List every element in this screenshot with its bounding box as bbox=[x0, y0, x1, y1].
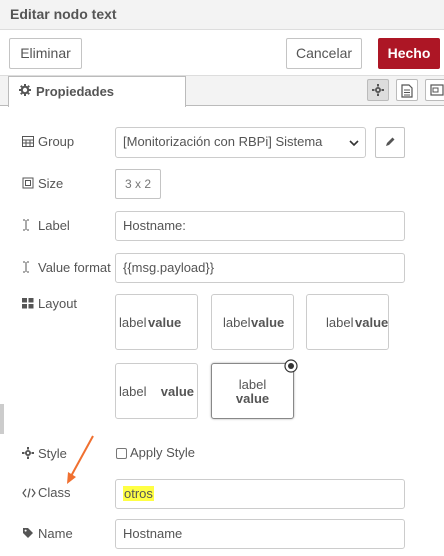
gear-icon bbox=[19, 84, 31, 99]
apply-style-checkbox[interactable] bbox=[116, 448, 127, 459]
selected-radio-icon bbox=[284, 359, 298, 373]
window-icon bbox=[430, 84, 444, 96]
style-label: Style bbox=[38, 446, 67, 461]
scrollbar[interactable] bbox=[0, 404, 4, 434]
style-label-row: Style bbox=[22, 446, 67, 462]
text-cursor-icon bbox=[22, 219, 36, 234]
cancel-button[interactable]: Cancelar bbox=[286, 38, 362, 69]
gear-icon bbox=[372, 84, 384, 96]
layout-option-column[interactable]: label value bbox=[211, 363, 294, 419]
description-tab-icon[interactable] bbox=[396, 79, 418, 101]
class-label: Class bbox=[38, 485, 71, 500]
done-button[interactable]: Hecho bbox=[378, 38, 440, 69]
chevron-down-icon bbox=[349, 129, 359, 157]
resize-icon bbox=[22, 177, 36, 192]
size-label: Size bbox=[38, 176, 64, 191]
size-button[interactable]: 3 x 2 bbox=[115, 169, 161, 199]
dialog-title: Editar nodo text bbox=[10, 6, 117, 22]
appearance-tab-icon[interactable] bbox=[425, 79, 444, 101]
dialog-button-row: Eliminar Cancelar Hecho bbox=[0, 30, 444, 76]
layout-option-row-center[interactable]: label value bbox=[211, 294, 294, 350]
label-input[interactable]: Hostname: bbox=[115, 211, 405, 241]
name-label: Name bbox=[38, 526, 73, 541]
layout-label: Layout bbox=[38, 296, 78, 311]
text-cursor-icon bbox=[22, 261, 36, 276]
class-label-row: Class bbox=[22, 485, 71, 501]
annotation-arrow-icon bbox=[67, 435, 94, 484]
layout-label-row: Layout bbox=[22, 296, 77, 312]
table-icon bbox=[22, 135, 36, 150]
size-label-row: Size bbox=[22, 176, 63, 192]
gear-icon bbox=[22, 447, 36, 462]
settings-tab-icon[interactable] bbox=[367, 79, 389, 101]
class-input-value: otros bbox=[123, 486, 154, 501]
document-icon bbox=[401, 84, 413, 98]
pencil-icon bbox=[384, 135, 396, 151]
dialog-titlebar: Editar nodo text bbox=[0, 0, 444, 30]
group-label: Group bbox=[38, 134, 75, 149]
value-format-label: Value format bbox=[38, 260, 111, 275]
group-label-row: Group bbox=[22, 134, 74, 150]
name-label-row: Name bbox=[22, 526, 73, 542]
grid-icon bbox=[22, 297, 36, 312]
layout-option-row-right[interactable]: label value bbox=[306, 294, 389, 350]
label-label: Label bbox=[38, 218, 70, 233]
tag-icon bbox=[22, 527, 36, 542]
edit-group-button[interactable] bbox=[375, 127, 405, 158]
delete-button[interactable]: Eliminar bbox=[9, 38, 82, 69]
tab-bar: Propiedades bbox=[0, 76, 444, 107]
name-input[interactable]: Hostname bbox=[115, 519, 405, 549]
layout-option-spread[interactable]: label value bbox=[115, 363, 198, 419]
value-format-label-row: Value format bbox=[22, 260, 111, 276]
layout-option-row-left[interactable]: label value bbox=[115, 294, 198, 350]
apply-style-label: Apply Style bbox=[130, 445, 196, 460]
code-icon bbox=[22, 486, 36, 501]
tab-properties-label: Propiedades bbox=[36, 84, 115, 99]
group-select-value: [Monitorización con RBPi] Sistema bbox=[123, 134, 323, 149]
tab-properties[interactable]: Propiedades bbox=[8, 76, 186, 107]
label-label-row: Label bbox=[22, 218, 70, 234]
value-format-input[interactable]: {{msg.payload}} bbox=[115, 253, 405, 283]
group-select[interactable]: [Monitorización con RBPi] Sistema bbox=[115, 127, 366, 158]
class-input[interactable]: otros bbox=[115, 479, 405, 509]
